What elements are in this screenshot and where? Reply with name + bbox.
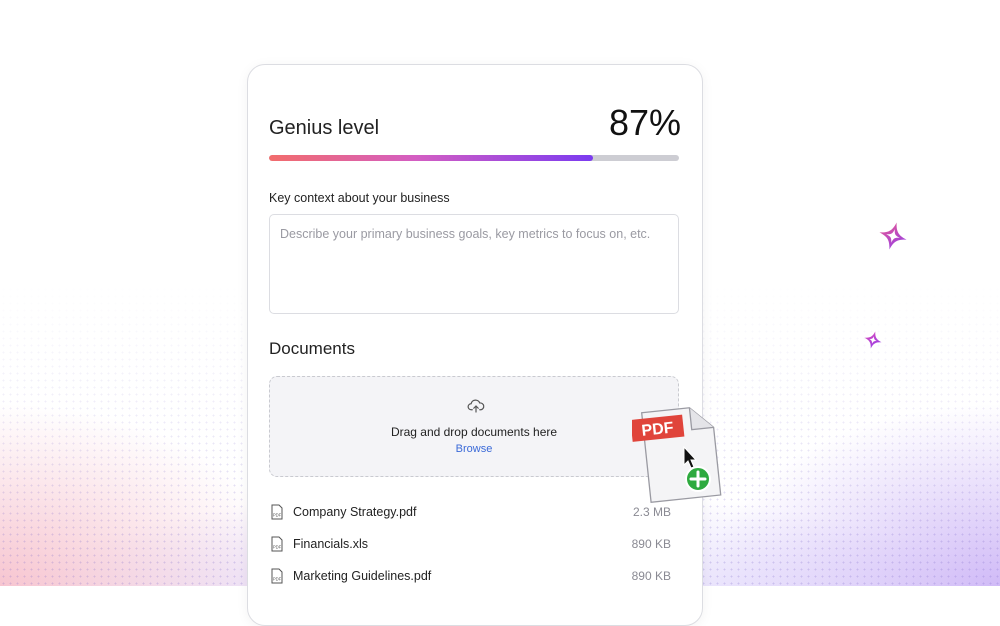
document-row[interactable]: PDF Financials.xls 890 KB <box>269 528 679 560</box>
business-context-textarea[interactable] <box>269 214 679 314</box>
documents-heading: Documents <box>269 339 355 358</box>
document-name: Marketing Guidelines.pdf <box>293 569 432 583</box>
document-row[interactable]: PDF Marketing Guidelines.pdf 890 KB <box>269 560 679 592</box>
pdf-drag-file-icon: PDF <box>632 407 722 504</box>
add-plus-icon <box>685 466 711 492</box>
context-label: Key context about your business <box>269 191 450 205</box>
settings-card: Genius level 87% Key context about your … <box>247 64 703 626</box>
document-size: 890 KB <box>631 537 671 551</box>
pdf-file-icon: PDF <box>271 536 283 552</box>
document-size: 890 KB <box>631 569 671 583</box>
sparkle-icon <box>864 331 882 349</box>
genius-progress-fill <box>269 155 593 161</box>
pdf-file-icon: PDF <box>271 504 283 520</box>
document-dropzone[interactable]: Drag and drop documents here Browse <box>269 376 679 477</box>
svg-text:PDF: PDF <box>273 513 282 518</box>
document-name: Company Strategy.pdf <box>293 505 417 519</box>
svg-text:PDF: PDF <box>273 545 282 550</box>
document-name: Financials.xls <box>293 537 369 551</box>
pdf-file-icon: PDF <box>271 568 283 584</box>
genius-progress-bar <box>269 155 679 161</box>
upload-cloud-icon <box>467 399 485 413</box>
svg-text:PDF: PDF <box>273 577 282 582</box>
sparkle-icon <box>879 222 907 250</box>
document-list: PDF Company Strategy.pdf 2.3 MB PDF Fina… <box>269 496 679 592</box>
genius-level-title: Genius level <box>269 117 380 139</box>
browse-link[interactable]: Browse <box>270 443 678 455</box>
svg-text:PDF: PDF <box>641 420 675 440</box>
document-size: 2.3 MB <box>632 505 671 519</box>
dropzone-text: Drag and drop documents here <box>390 425 558 439</box>
genius-level-value: 87% <box>608 102 681 143</box>
document-row[interactable]: PDF Company Strategy.pdf 2.3 MB <box>269 496 679 528</box>
